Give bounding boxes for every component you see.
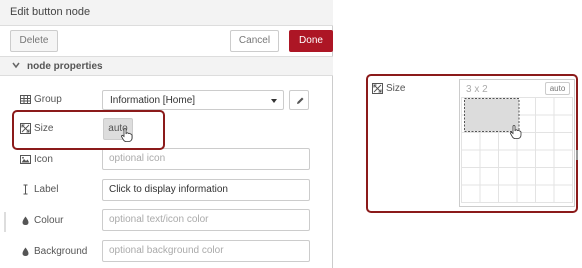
hand-cursor-icon — [510, 125, 522, 139]
grid-cell[interactable] — [479, 132, 499, 151]
size-grid[interactable] — [461, 97, 573, 205]
grid-cell[interactable] — [516, 184, 536, 203]
droplet-icon — [22, 247, 29, 256]
grid-cell[interactable] — [461, 167, 481, 186]
text-cursor-icon — [23, 184, 28, 195]
caret-down-icon — [271, 99, 277, 103]
colour-label-text: Colour — [34, 215, 64, 226]
droplet-icon — [22, 216, 29, 225]
grid-cell[interactable] — [553, 184, 573, 203]
size-highlight-box — [12, 110, 165, 150]
grid-cell[interactable] — [479, 149, 499, 168]
grid-cell[interactable] — [553, 132, 573, 151]
table-icon — [20, 95, 31, 104]
scrollbar-handle[interactable] — [576, 150, 578, 160]
cancel-button[interactable]: Cancel — [230, 30, 279, 52]
size-dimensions-text: 3 x 2 — [466, 84, 488, 95]
icon-input[interactable]: optional icon — [102, 148, 310, 170]
label-label-text: Label — [34, 184, 59, 195]
label-label: Label — [20, 184, 58, 195]
size-picker-label: Size — [372, 83, 405, 94]
grid-cell[interactable] — [498, 149, 518, 168]
grid-cell[interactable] — [535, 132, 555, 151]
icon-label: Icon — [20, 154, 53, 165]
grid-cell[interactable] — [479, 167, 499, 186]
size-picker-label-text: Size — [386, 83, 406, 94]
background-label: Background — [20, 246, 87, 257]
image-icon — [20, 155, 31, 164]
background-input-placeholder: optional background color — [109, 245, 224, 256]
grid-cell[interactable] — [553, 97, 573, 116]
node-properties-section[interactable]: node properties — [0, 56, 333, 76]
grid-cell[interactable] — [461, 149, 481, 168]
grid-cell[interactable] — [553, 114, 573, 133]
icon-label-text: Icon — [34, 154, 53, 165]
auto-size-button[interactable]: auto — [545, 82, 570, 95]
colour-input[interactable]: optional text/icon color — [102, 209, 310, 231]
resize-handle[interactable] — [4, 212, 6, 232]
grid-cell[interactable] — [479, 184, 499, 203]
grid-cell[interactable] — [535, 97, 555, 116]
grid-cell[interactable] — [535, 149, 555, 168]
background-input[interactable]: optional background color — [102, 240, 310, 262]
pencil-icon — [297, 97, 304, 104]
grid-cell[interactable] — [553, 167, 573, 186]
section-title: node properties — [27, 61, 103, 72]
delete-button[interactable]: Delete — [10, 30, 58, 52]
panel-title: Edit button node — [10, 6, 91, 18]
edit-group-button[interactable] — [289, 90, 309, 110]
panel-header: Edit button node — [0, 0, 333, 26]
group-select[interactable]: Information [Home] — [102, 90, 284, 110]
label-input[interactable]: Click to display information — [102, 179, 310, 201]
grid-cell[interactable] — [516, 97, 536, 116]
grid-cell[interactable] — [516, 167, 536, 186]
grid-cell[interactable] — [498, 184, 518, 203]
grid-cell[interactable] — [461, 184, 481, 203]
grid-cell[interactable] — [498, 167, 518, 186]
grid-cell[interactable] — [535, 114, 555, 133]
grid-cell[interactable] — [553, 149, 573, 168]
icon-input-placeholder: optional icon — [109, 153, 166, 164]
grid-cell[interactable] — [535, 167, 555, 186]
colour-input-placeholder: optional text/icon color — [109, 214, 209, 225]
group-select-value: Information [Home] — [110, 95, 196, 106]
group-label: Group — [20, 94, 62, 105]
grid-cell[interactable] — [516, 149, 536, 168]
background-label-text: Background — [34, 246, 88, 257]
label-input-value: Click to display information — [109, 184, 228, 195]
colour-label: Colour — [20, 215, 63, 226]
chevron-down-icon — [12, 62, 20, 69]
group-label-text: Group — [34, 94, 62, 105]
done-button[interactable]: Done — [289, 30, 333, 52]
grid-cell[interactable] — [535, 184, 555, 203]
grid-cell[interactable] — [461, 132, 481, 151]
size-grid-icon — [372, 83, 383, 94]
